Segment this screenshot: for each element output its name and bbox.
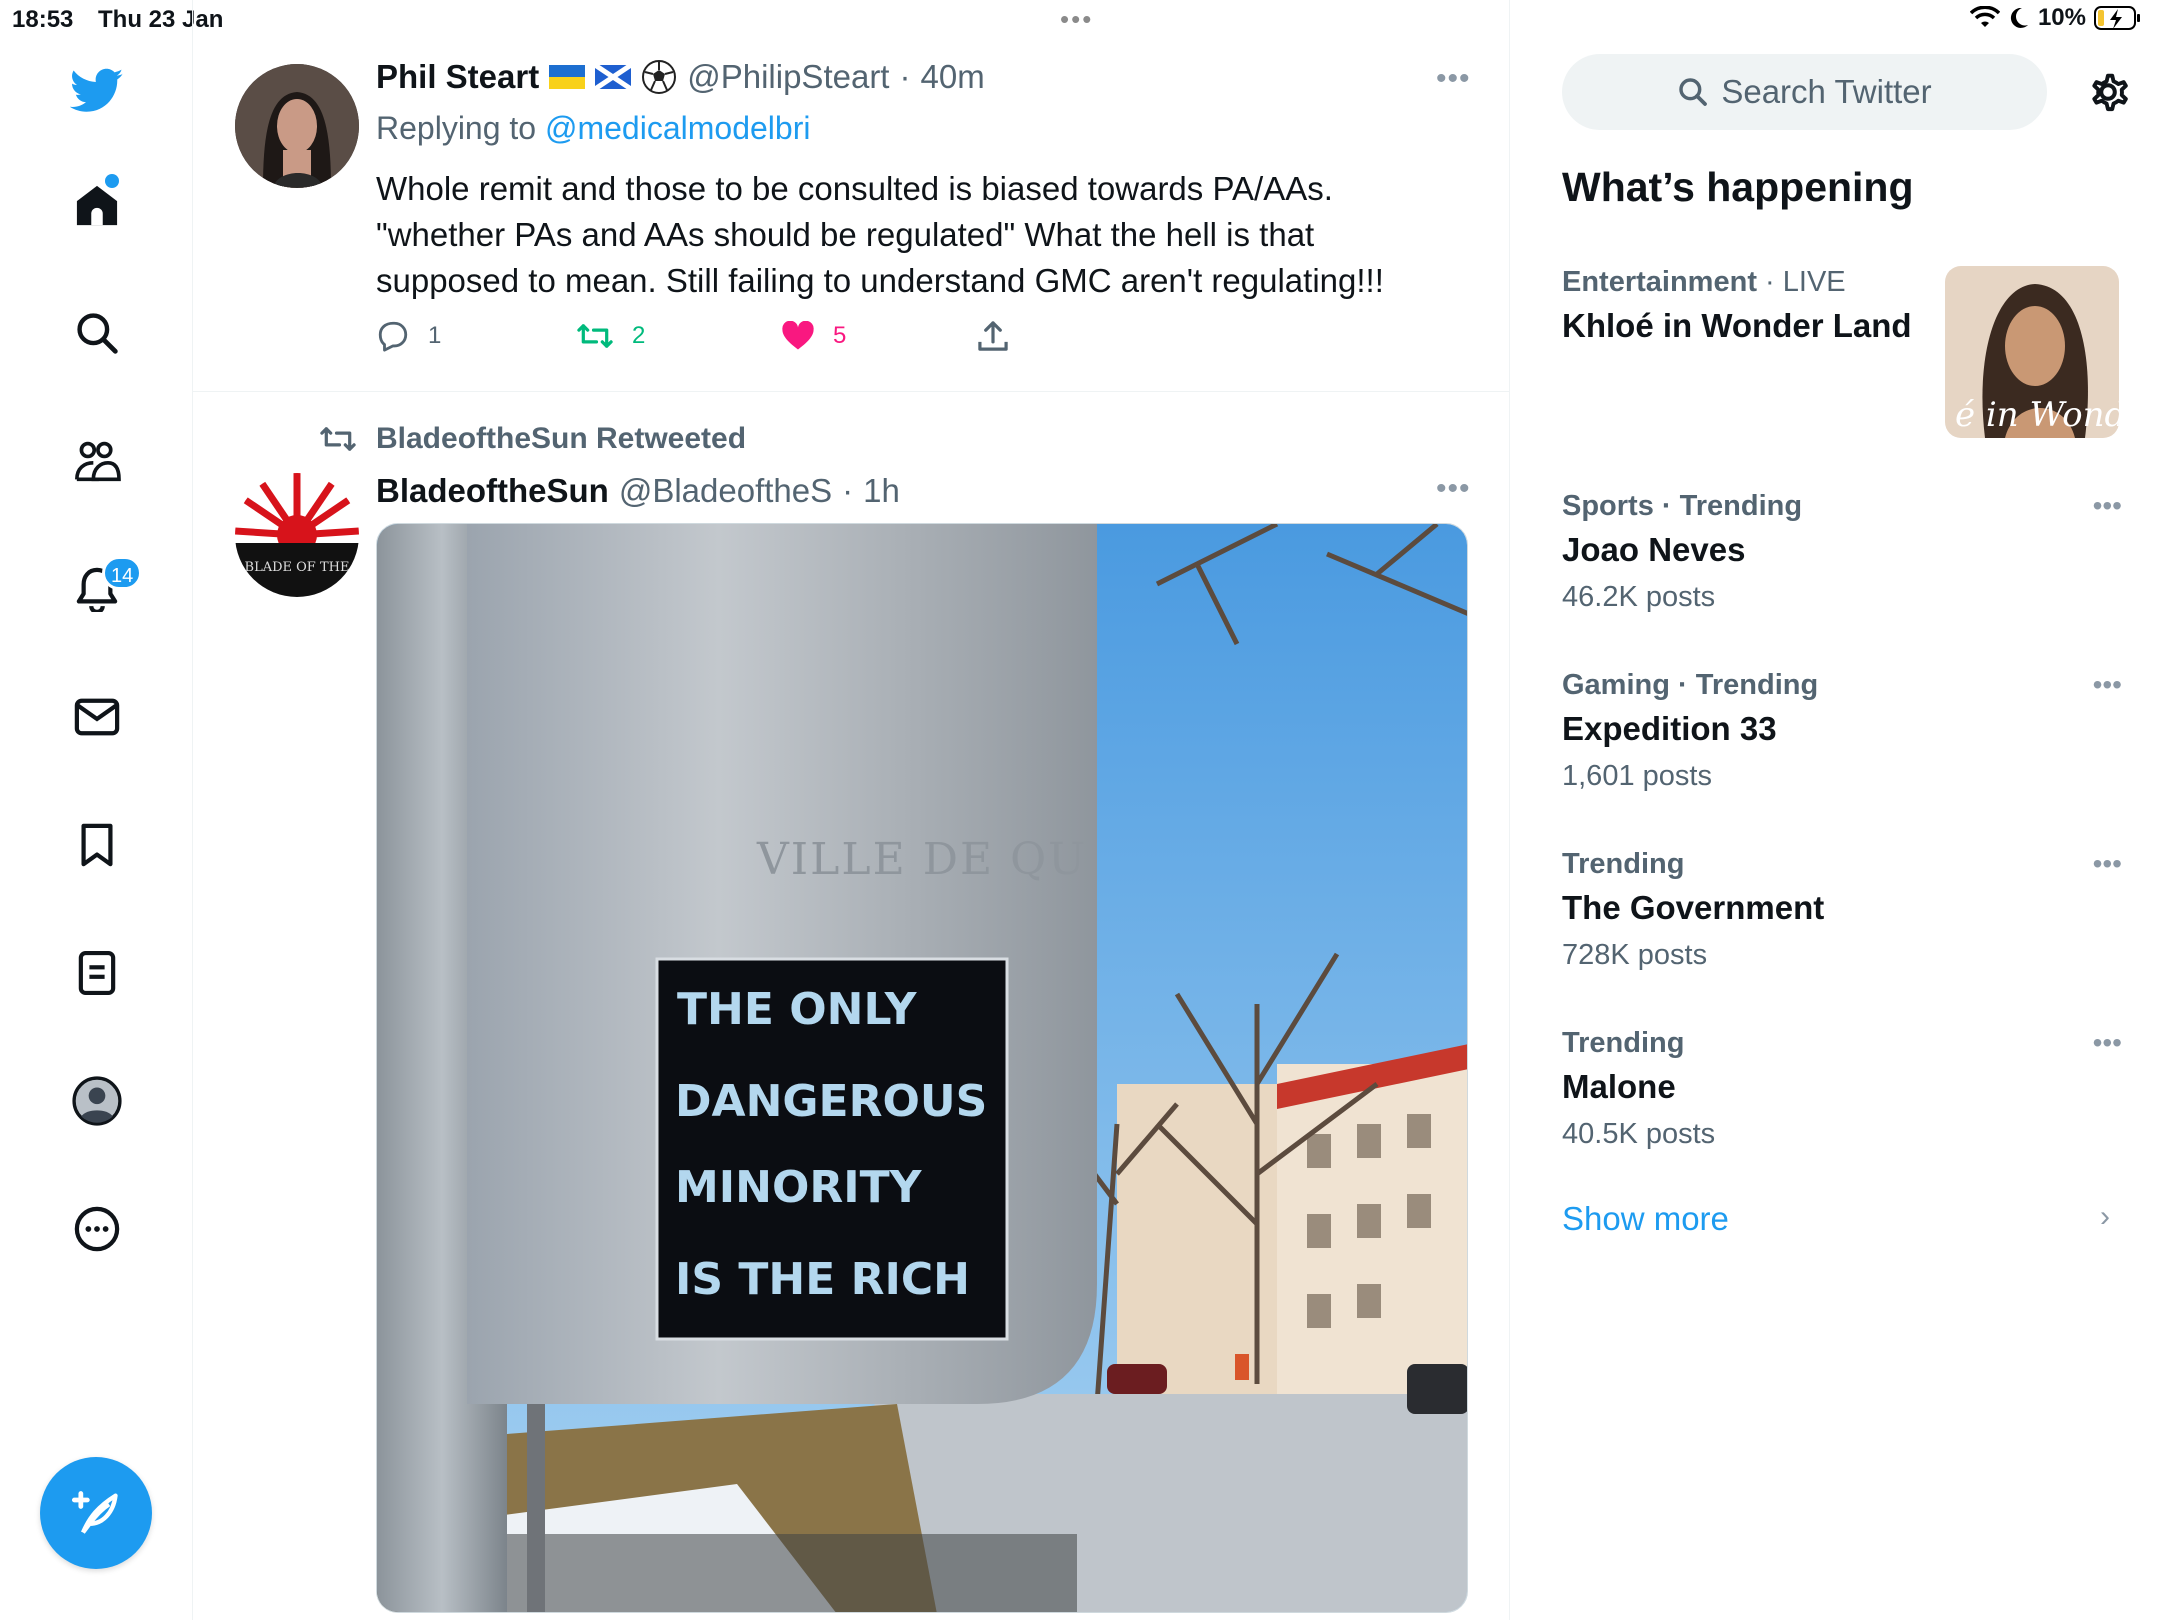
trend-meta: Trending <box>1562 848 2122 881</box>
scotland-flag-icon <box>595 65 632 89</box>
ukraine-flag-icon <box>549 65 586 89</box>
trend-title: Expedition 33 <box>1562 710 1777 747</box>
trend-post-count: 40.5K posts <box>1562 1118 1716 1150</box>
retweet-count: 2 <box>632 322 646 349</box>
retweet-icon <box>577 324 613 348</box>
twitter-logo-icon[interactable] <box>66 60 128 122</box>
trend-post-count: 728K posts <box>1562 939 1708 971</box>
trend-category: Gaming <box>1562 669 1670 701</box>
sticker-line-3: MINORITY <box>675 1162 923 1213</box>
author-handle[interactable]: @PhilipSteart <box>687 58 889 96</box>
home-unread-dot <box>105 174 119 188</box>
tweet-media-photo[interactable]: VILLE DE QU THE ONLY DANGEROUS MINORITY … <box>376 523 1468 1613</box>
trend-more-icon[interactable]: ••• <box>2093 1027 2122 1059</box>
like-button[interactable]: 5 <box>781 321 977 351</box>
compose-tweet-button[interactable] <box>40 1457 152 1569</box>
retweeted-by[interactable]: BladeoftheSun Retweeted <box>376 422 746 456</box>
share-button[interactable] <box>977 320 1009 352</box>
share-icon <box>978 321 1008 351</box>
trend-post-count: 46.2K posts <box>1562 581 1716 613</box>
trend-category: Trending <box>1562 848 1685 880</box>
trend-title: Malone <box>1562 1068 1676 1105</box>
search-icon <box>1679 78 1708 106</box>
trend-separator: · <box>1669 669 1696 701</box>
reply-count: 1 <box>428 322 442 349</box>
tweet-header: Phil Steart @PhilipSteart · 40m <box>376 58 985 96</box>
trend-thumbnail[interactable]: é in Wonder l <box>1945 266 2119 438</box>
more-options-icon[interactable] <box>66 1198 128 1260</box>
avatar-text: BLADE OF THE <box>245 560 350 575</box>
left-nav: 14 <box>0 0 193 1620</box>
tweet-actions: 1 2 5 <box>376 320 1009 352</box>
sign-engraving: VILLE DE QU <box>756 834 1087 885</box>
profile-avatar-icon[interactable] <box>66 1070 128 1132</box>
trend-context: LIVE <box>1782 266 1846 298</box>
trend-more-icon[interactable]: ••• <box>2093 848 2122 880</box>
tweet-time[interactable]: 1h <box>863 472 900 510</box>
trend-item[interactable]: Gaming · Trending Expedition 33 1,601 po… <box>1562 669 2122 793</box>
tweet-time[interactable]: 40m <box>920 58 984 96</box>
sticker-line-4: IS THE RICH <box>675 1254 970 1305</box>
trend-category: Trending <box>1562 1027 1685 1059</box>
like-count: 5 <box>833 322 847 349</box>
heart-icon <box>782 321 814 350</box>
show-more-link[interactable]: Show more <box>1562 1200 1729 1238</box>
communities-icon[interactable] <box>66 430 128 492</box>
meta-separator: · <box>842 472 854 509</box>
trend-more-icon[interactable]: ••• <box>2093 490 2122 522</box>
tweet-header: BladeoftheSun @BladeoftheS · 1h <box>376 472 900 510</box>
chevron-right-icon[interactable]: › <box>2100 1200 2110 1234</box>
reply-button[interactable]: 1 <box>376 320 576 352</box>
football-icon <box>642 60 677 94</box>
bookmarks-icon[interactable] <box>66 814 128 876</box>
trend-title: The Government <box>1562 889 1825 926</box>
lists-icon[interactable] <box>66 942 128 1004</box>
sticker-line-1: THE ONLY <box>677 984 918 1035</box>
tweet-more-icon[interactable]: ••• <box>1436 472 1471 506</box>
replying-to-link[interactable]: @medicalmodelbri <box>545 110 810 146</box>
tweet-more-icon[interactable]: ••• <box>1436 62 1471 96</box>
compose-feather-icon <box>71 1491 118 1534</box>
search-icon[interactable] <box>66 302 128 364</box>
replying-to: Replying to @medicalmodelbri <box>376 110 810 147</box>
avatar[interactable] <box>235 64 359 188</box>
trend-meta: Gaming · Trending <box>1562 669 2122 702</box>
search-input[interactable]: Search Twitter <box>1562 54 2047 130</box>
meta-separator: · <box>899 58 911 95</box>
author-handle[interactable]: @BladeoftheS <box>619 472 832 510</box>
trend-post-count: 1,601 posts <box>1562 760 1712 792</box>
home-icon[interactable] <box>66 174 128 236</box>
trend-more-icon[interactable]: ••• <box>2093 669 2122 701</box>
sticker-line-2: DANGEROUS <box>675 1076 987 1127</box>
trend-separator: · <box>1756 266 1783 298</box>
trend-item[interactable]: Trending Malone 40.5K posts ••• <box>1562 1027 2122 1151</box>
trend-category: Entertainment <box>1562 266 1757 298</box>
tweet-divider <box>193 391 1510 392</box>
messages-envelope-icon[interactable] <box>66 686 128 748</box>
trend-context: Trending <box>1695 669 1819 701</box>
avatar[interactable]: BLADE OF THE <box>235 473 359 597</box>
author-name[interactable]: Phil Steart <box>376 58 539 96</box>
whats-happening-title: What’s happening <box>1562 164 1914 210</box>
search-placeholder: Search Twitter <box>1721 73 1932 110</box>
trend-meta: Trending <box>1562 1027 2122 1060</box>
trend-context: Trending <box>1679 490 1803 522</box>
thumbnail-caption: é in Wonder l <box>1955 395 2119 435</box>
retweeted-icon <box>320 427 356 451</box>
reply-icon <box>378 321 408 352</box>
trend-meta: Sports · Trending <box>1562 490 2122 523</box>
trend-separator: · <box>1653 490 1680 522</box>
trend-title: Joao Neves <box>1562 531 1746 568</box>
settings-gear-icon[interactable] <box>2080 64 2136 120</box>
author-name[interactable]: BladeoftheSun <box>376 472 609 510</box>
retweet-button[interactable]: 2 <box>576 321 781 351</box>
trend-item[interactable]: Trending The Government 728K posts ••• <box>1562 848 2122 972</box>
trend-category: Sports <box>1562 490 1654 522</box>
notifications-badge: 14 <box>102 556 143 590</box>
timeline: Phil Steart @PhilipSteart · 40m ••• Repl… <box>193 0 1510 1620</box>
trend-item[interactable]: Sports · Trending Joao Neves 46.2K posts… <box>1562 490 2122 614</box>
replying-to-label: Replying to <box>376 110 537 146</box>
tweet-text: Whole remit and those to be consulted is… <box>376 170 1384 299</box>
right-sidebar: Search Twitter What’s happening Entertai… <box>1510 0 2160 1620</box>
